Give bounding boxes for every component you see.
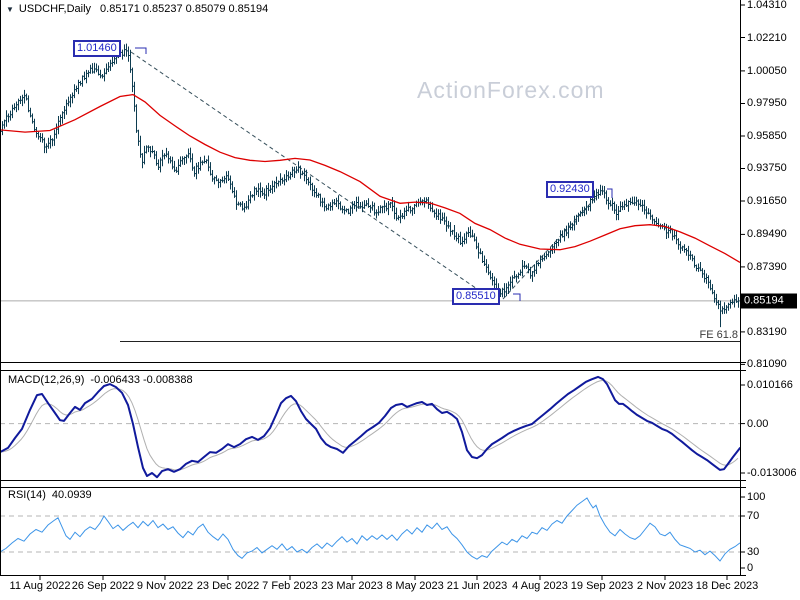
macd-panel-title: MACD(12,26,9) -0.006433 -0.008388 — [8, 374, 193, 386]
trading-chart-window: ActionForex.com 1.04310 1.02210 1.00050 0.9… — [0, 0, 800, 600]
symbol-timeframe-label: USDCHF,Daily — [18, 3, 92, 15]
rsi-label: RSI(14) — [8, 489, 46, 501]
symbol-dropdown-icon[interactable]: ▼ — [6, 5, 14, 14]
chart-canvas — [0, 0, 746, 580]
current-price-badge: 0.85194 — [741, 293, 797, 309]
macd-label: MACD(12,26,9) — [8, 374, 85, 386]
ohlc-values: 0.85171 0.85237 0.85079 0.85194 — [100, 3, 269, 15]
macd-values: -0.006433 -0.008388 — [90, 374, 193, 386]
fib-extension-label: FE 61.8 — [699, 329, 738, 341]
chart-title: ▼ USDCHF,Daily 0.85171 0.85237 0.85079 0.8… — [6, 3, 268, 15]
rsi-value: 40.0939 — [51, 489, 92, 501]
rsi-panel-title: RSI(14) 40.0939 — [8, 489, 92, 501]
